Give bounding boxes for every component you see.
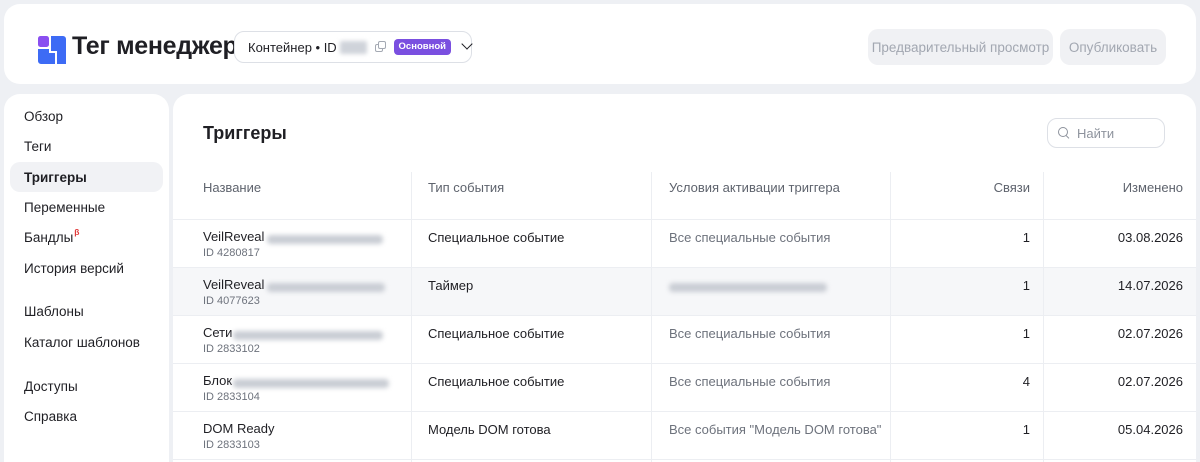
- search-icon: [1058, 127, 1070, 139]
- sidebar-item-bundles[interactable]: Бандлы β: [10, 222, 163, 252]
- trigger-id: ID 2833104: [203, 391, 260, 403]
- event-type: Специальное событие: [428, 230, 565, 245]
- search-input[interactable]: [1077, 125, 1157, 141]
- sidebar-item-tags[interactable]: Теги: [10, 131, 163, 161]
- column-header-links[interactable]: Связи: [994, 180, 1030, 195]
- redacted-text: [267, 283, 385, 292]
- redacted-conditions: [669, 283, 827, 292]
- beta-marker: β: [74, 227, 80, 237]
- redacted-text: [233, 331, 383, 340]
- links-count: 1: [1022, 278, 1030, 293]
- event-type: Специальное событие: [428, 326, 565, 341]
- event-type: Модель DOM готова: [428, 422, 551, 437]
- activation-conditions: Все специальные события: [669, 326, 831, 341]
- modified-date: 02.07.2026: [1117, 374, 1183, 389]
- links-count: 1: [1022, 326, 1030, 341]
- trigger-name[interactable]: Сети: [203, 325, 232, 340]
- container-selector[interactable]: Контейнер • ID Основной: [234, 31, 472, 63]
- trigger-id: ID 4280817: [203, 247, 260, 259]
- sidebar-item-variables[interactable]: Переменные: [10, 192, 163, 222]
- modified-date: 05.04.2026: [1117, 422, 1183, 437]
- sidebar-item-help[interactable]: Справка: [10, 401, 163, 431]
- trigger-name[interactable]: VeilReveal: [203, 277, 264, 292]
- main-panel: Триггеры Название Тип события Условия ак…: [173, 94, 1196, 462]
- column-header-modified[interactable]: Изменено: [1123, 180, 1183, 195]
- container-label: Контейнер • ID: [248, 39, 337, 55]
- activation-conditions: Все специальные события: [669, 374, 831, 389]
- trigger-id: ID 2833102: [203, 343, 260, 355]
- links-count: 1: [1022, 422, 1030, 437]
- column-divider: [1043, 172, 1044, 462]
- app-header: Тег менеджер Контейнер • ID Основной Пре…: [4, 4, 1196, 84]
- sidebar-item-version-history[interactable]: История версий: [10, 253, 163, 283]
- modified-date: 02.07.2026: [1117, 326, 1183, 341]
- app-title: Тег менеджер: [72, 32, 238, 60]
- sidebar-item-templates[interactable]: Шаблоны: [10, 296, 163, 326]
- trigger-id: ID 2833103: [203, 439, 260, 451]
- primary-badge: Основной: [393, 39, 451, 55]
- page-title: Триггеры: [203, 123, 287, 143]
- column-divider: [890, 172, 891, 462]
- tag-manager-logo-icon: [38, 36, 66, 64]
- column-header-conditions[interactable]: Условия активации триггера: [669, 180, 840, 195]
- sidebar-item-triggers[interactable]: Триггеры: [10, 162, 163, 192]
- search-box[interactable]: [1047, 118, 1165, 148]
- trigger-name[interactable]: VeilReveal: [203, 229, 264, 244]
- redacted-text: [267, 235, 383, 244]
- publish-button[interactable]: Опубликовать: [1060, 29, 1166, 65]
- preview-button[interactable]: Предварительный просмотр: [868, 29, 1053, 65]
- container-id-redacted: [339, 40, 367, 54]
- trigger-name[interactable]: DOM Ready: [203, 421, 275, 436]
- trigger-name[interactable]: Блок: [203, 373, 232, 388]
- links-count: 1: [1022, 230, 1030, 245]
- event-type: Специальное событие: [428, 374, 565, 389]
- sidebar-item-overview[interactable]: Обзор: [10, 101, 163, 131]
- column-divider: [651, 172, 652, 462]
- sidebar: Обзор Теги Триггеры Переменные Бандлы β И…: [4, 94, 169, 462]
- modified-date: 03.08.2026: [1117, 230, 1183, 245]
- redacted-text: [233, 379, 389, 388]
- activation-conditions: Все специальные события: [669, 230, 831, 245]
- copy-icon[interactable]: [374, 41, 386, 53]
- modified-date: 14.07.2026: [1117, 278, 1183, 293]
- sidebar-item-access[interactable]: Доступы: [10, 371, 163, 401]
- activation-conditions: Все события "Модель DOM готова": [669, 422, 882, 437]
- column-header-event-type[interactable]: Тип события: [428, 180, 504, 195]
- chevron-down-icon[interactable]: [462, 40, 471, 50]
- sidebar-item-template-catalog[interactable]: Каталог шаблонов: [10, 327, 163, 357]
- links-count: 4: [1022, 374, 1030, 389]
- column-divider: [411, 172, 412, 462]
- event-type: Таймер: [428, 278, 474, 293]
- trigger-id: ID 4077623: [203, 295, 260, 307]
- column-header-name[interactable]: Название: [203, 180, 261, 195]
